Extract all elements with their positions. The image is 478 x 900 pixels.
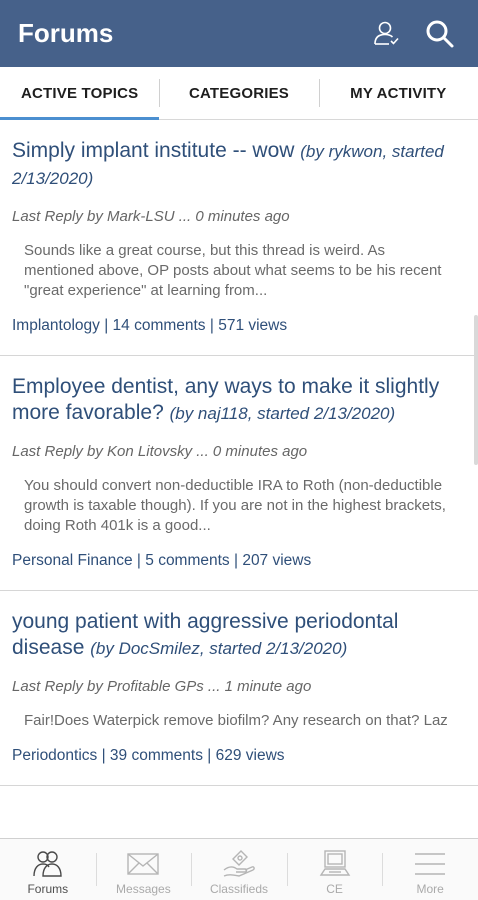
topic-excerpt: Fair!Does Waterpick remove biofilm? Any … [24, 712, 448, 729]
nav-label: Forums [27, 882, 69, 896]
tab-active-topics[interactable]: ACTIVE TOPICS [0, 67, 160, 120]
nav-messages[interactable]: Messages [95, 839, 192, 900]
topic-card[interactable]: young patient with aggressive periodonta… [0, 591, 478, 786]
topic-byline: (by DocSmilez, started 2/13/2020) [90, 639, 348, 658]
topic-excerpt: Sounds like a great course, but this thr… [24, 242, 442, 299]
nav-ce[interactable]: CE [286, 839, 383, 900]
nav-label: Classifieds [209, 882, 268, 896]
nav-forums[interactable]: Forums [0, 839, 96, 900]
nav-classifieds[interactable]: Classifieds [191, 839, 287, 900]
topic-card[interactable]: Simply implant institute -- wow (by rykw… [0, 120, 478, 356]
topic-meta: Periodontics | 39 comments | 629 views [12, 747, 285, 764]
nav-more[interactable]: More [382, 839, 478, 900]
menu-icon [415, 853, 446, 875]
topic-meta: Implantology | 14 comments | 571 views [12, 317, 288, 334]
topic-meta: Personal Finance | 5 comments | 207 view… [12, 552, 312, 569]
page-title: Forums [18, 18, 114, 48]
topic-excerpt: You should convert non-deductible IRA to… [24, 477, 446, 534]
hand-money-icon [223, 850, 255, 877]
nav-label: Messages [116, 882, 171, 896]
app-header: Forums [0, 0, 478, 67]
user-icon [374, 21, 399, 45]
bottom-nav: Forums Messages Classifieds CE More [0, 838, 478, 900]
topic-card[interactable]: Employee dentist, any ways to make it sl… [0, 356, 478, 591]
topic-byline: (by naj118, started 2/13/2020) [169, 404, 396, 423]
last-reply: Last Reply by Kon Litovsky ... 0 minutes… [12, 443, 308, 460]
envelope-icon [127, 853, 160, 875]
last-reply: Last Reply by Profitable GPs ... 1 minut… [12, 678, 312, 695]
search-button[interactable] [420, 14, 460, 54]
topic-title[interactable]: Employee dentist, any ways to make it sl… [12, 374, 466, 427]
topic-feed[interactable]: Simply implant institute -- wow (by rykw… [0, 120, 478, 838]
topic-title[interactable]: young patient with aggressive periodonta… [12, 609, 466, 662]
tab-my-activity[interactable]: MY ACTIVITY [318, 67, 478, 119]
computer-icon [319, 850, 350, 876]
nav-label: More [416, 882, 444, 896]
search-icon [426, 20, 454, 47]
topic-title-text: Simply implant institute -- wow [12, 139, 295, 162]
nav-label: CE [326, 882, 343, 896]
topic-title[interactable]: Simply implant institute -- wow (by rykw… [12, 138, 466, 192]
tab-categories[interactable]: CATEGORIES [159, 67, 318, 119]
tab-bar: ACTIVE TOPICS CATEGORIES MY ACTIVITY [0, 67, 478, 120]
last-reply: Last Reply by Mark-LSU ... 0 minutes ago [12, 208, 290, 225]
people-icon [33, 851, 62, 877]
profile-button[interactable] [366, 14, 406, 54]
scrollbar-handle[interactable] [474, 315, 478, 465]
